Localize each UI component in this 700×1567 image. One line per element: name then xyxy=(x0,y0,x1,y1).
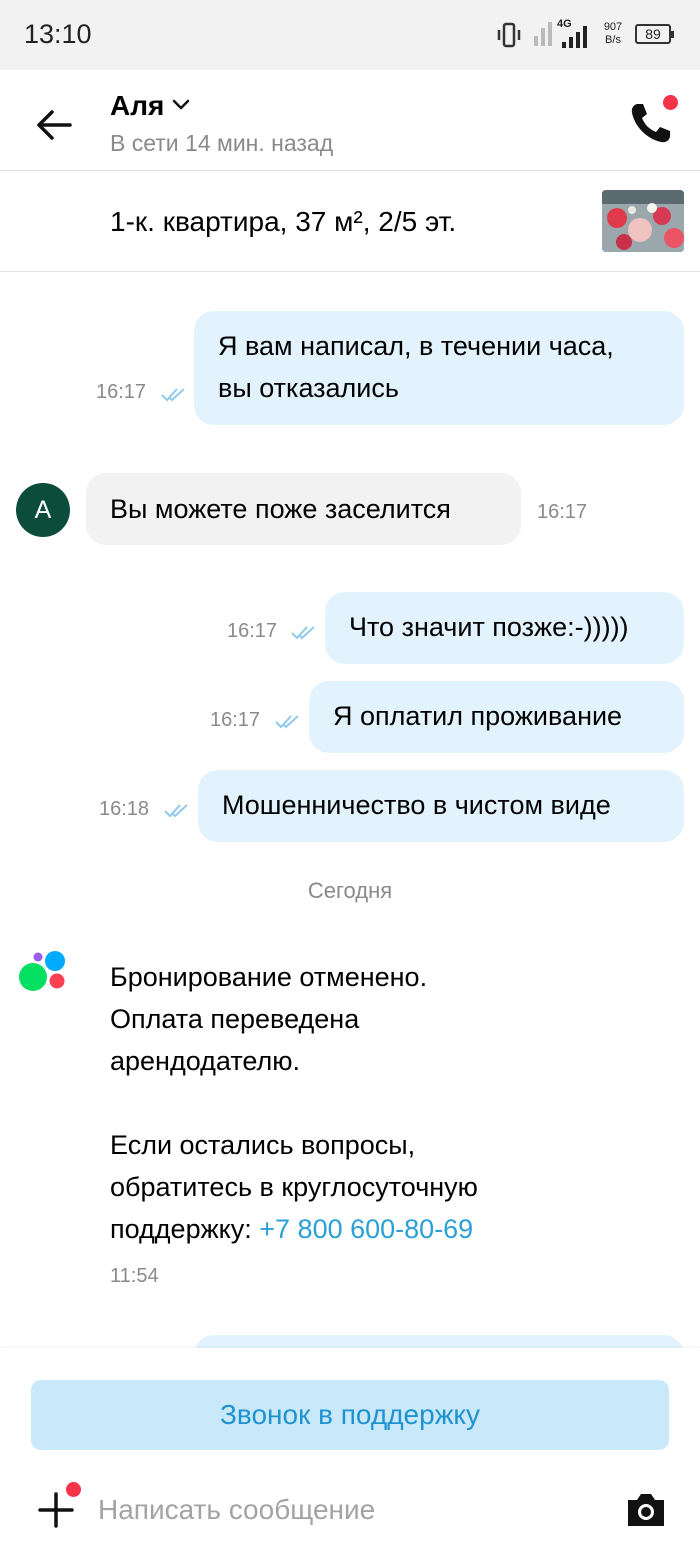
message-time: 16:17 xyxy=(537,501,588,523)
vibrate-icon xyxy=(497,22,521,48)
status-bar: 13:10 4G 907 B/s 89 xyxy=(0,0,700,70)
message-text: Я вам написал, в течении часа, xyxy=(218,331,614,361)
outgoing-message[interactable]: Что значит позже:-))))) xyxy=(325,592,684,664)
double-check-icon xyxy=(275,715,299,729)
outgoing-message[interactable]: Я вам написал, в течении часа, вы отказа… xyxy=(194,311,684,425)
battery-indicator: 89 xyxy=(635,24,674,44)
outgoing-message[interactable]: Я оплатил проживание xyxy=(309,681,684,753)
system-message-line: поддержку: +7 800 600-80-69 xyxy=(110,1214,474,1244)
system-message-line: Бронирование отменено. xyxy=(110,962,428,992)
message-input[interactable] xyxy=(98,1490,598,1530)
status-time: 13:10 xyxy=(24,19,92,49)
chevron-down-icon[interactable] xyxy=(172,97,190,111)
listing-title[interactable]: 1-к. квартира, 37 м², 2/5 эт. xyxy=(110,206,456,238)
support-call-button[interactable]: Звонок в поддержку xyxy=(31,1380,669,1450)
date-separator: Сегодня xyxy=(307,878,393,903)
avito-logo-icon xyxy=(19,951,65,991)
support-phone-link[interactable]: +7 800 600-80-69 xyxy=(259,1214,473,1244)
listing-thumbnail[interactable] xyxy=(602,190,684,252)
last-seen-status: В сети 14 мин. назад xyxy=(110,130,334,156)
chat-header: Аля В сети 14 мин. назад xyxy=(0,70,700,171)
outgoing-message[interactable]: Мошенничество в чистом виде xyxy=(198,770,684,842)
attachment-notification-dot xyxy=(66,1482,81,1497)
system-message: Бронирование отменено. Оплата переведена… xyxy=(110,956,670,1250)
message-time: 16:17 xyxy=(210,709,261,731)
message-text: Вы можете поже заселится xyxy=(110,494,451,524)
system-message-line: арендодателю. xyxy=(110,1046,301,1076)
camera-icon[interactable] xyxy=(624,1490,668,1530)
signal-icon xyxy=(562,26,587,48)
call-notification-dot xyxy=(663,95,678,110)
message-text: Мошенничество в чистом виде xyxy=(222,790,611,820)
back-arrow-icon[interactable] xyxy=(30,100,80,150)
signal-empty-icon xyxy=(534,22,552,46)
contact-name[interactable]: Аля xyxy=(110,90,164,122)
message-time: 16:17 xyxy=(96,381,147,403)
listing-bar[interactable]: 1-к. квартира, 37 м², 2/5 эт. xyxy=(0,171,700,272)
message-time: 11:54 xyxy=(110,1265,159,1287)
system-message-line: Оплата переведена xyxy=(110,1004,360,1034)
avatar[interactable]: А xyxy=(16,483,70,537)
double-check-icon xyxy=(161,388,185,402)
system-message-line: Если остались вопросы, xyxy=(110,1130,416,1160)
network-speed: 907 B/s xyxy=(603,21,623,46)
incoming-message[interactable]: Вы можете поже заселится xyxy=(86,473,521,545)
message-text: вы отказались xyxy=(218,373,399,403)
system-message-line: обратитесь в круглосуточную xyxy=(110,1172,478,1202)
message-text: Что значит позже:-))))) xyxy=(349,612,629,642)
composer-panel: Звонок в поддержку xyxy=(0,1348,700,1567)
message-time: 16:17 xyxy=(227,620,278,642)
message-text: Я оплатил проживание xyxy=(333,701,623,731)
double-check-icon xyxy=(291,626,315,640)
message-time: 16:18 xyxy=(99,798,150,820)
double-check-icon xyxy=(164,804,188,818)
